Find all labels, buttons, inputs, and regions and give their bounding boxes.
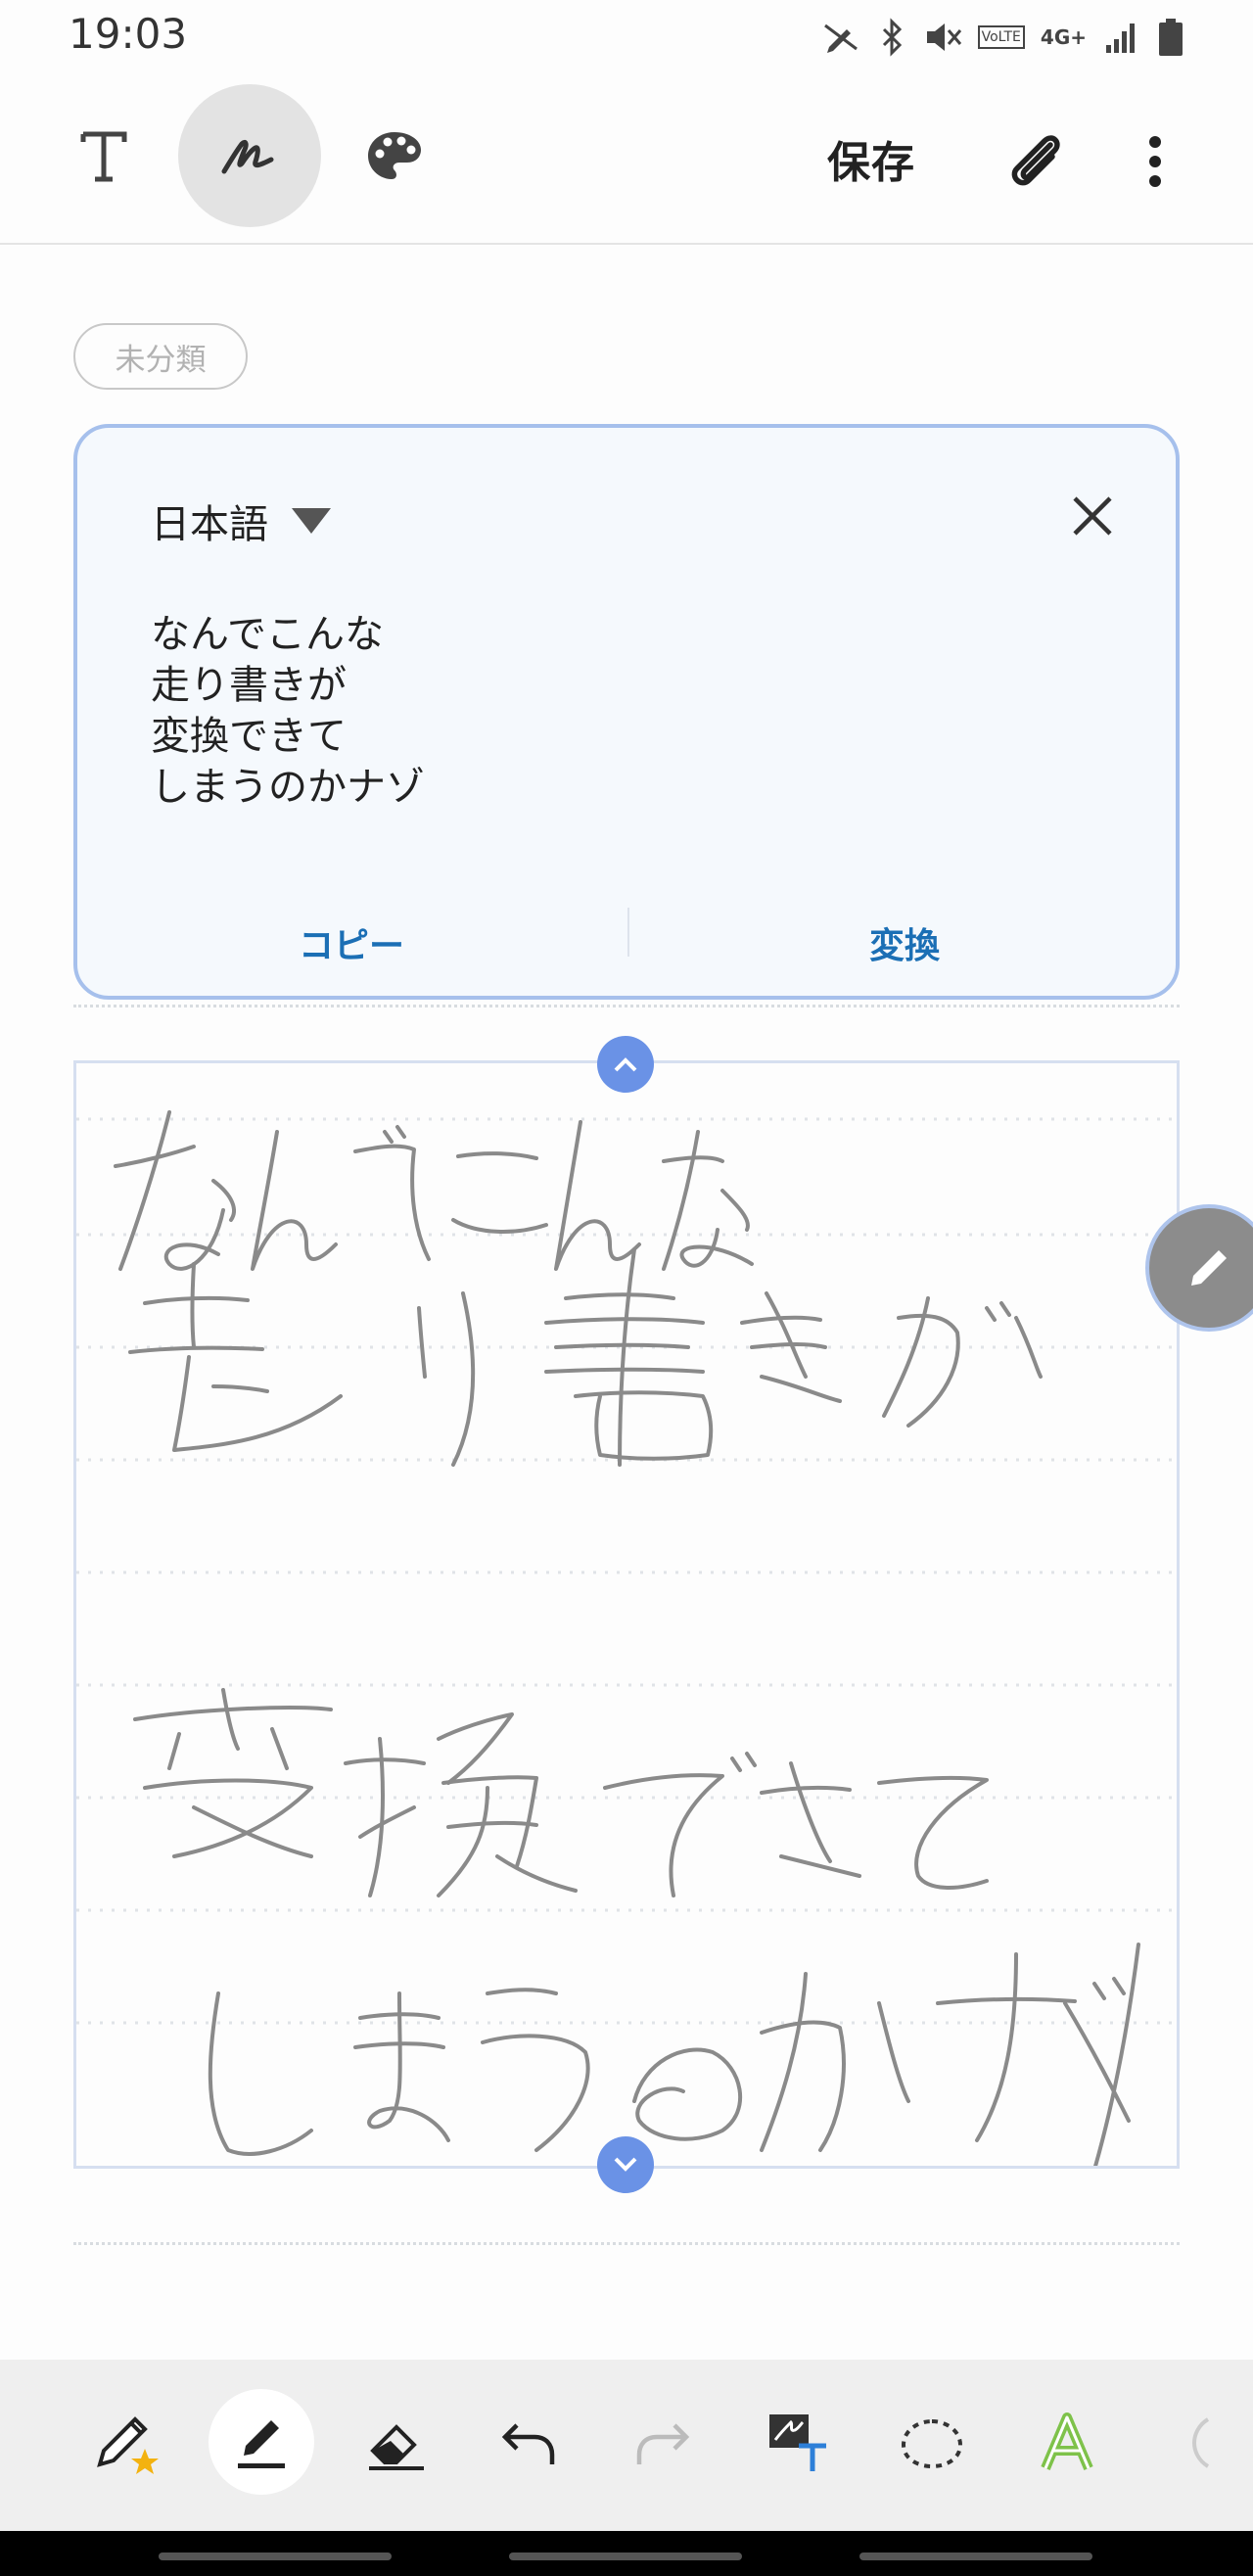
highlighter-icon <box>1041 2412 1093 2470</box>
lasso-icon <box>901 2418 963 2469</box>
save-button[interactable]: 保存 <box>827 127 915 190</box>
nav-home-button[interactable] <box>509 2553 742 2560</box>
handwriting-strokes <box>76 1110 1177 2166</box>
copy-button[interactable]: コピー <box>205 917 498 968</box>
handwriting-area[interactable] <box>73 1060 1180 2169</box>
card-actions: コピー 変換 <box>77 888 1176 996</box>
battery-icon <box>1159 19 1183 56</box>
nav-recent-button[interactable] <box>159 2553 392 2560</box>
bluetooth-icon <box>882 18 902 57</box>
pen-mode-button[interactable] <box>178 84 321 227</box>
recognized-text: なんでこんな 走り書きが 変換できて しまうのかナゾ <box>151 609 425 813</box>
lasso-button[interactable] <box>878 2389 986 2497</box>
convert-button[interactable]: 変換 <box>758 917 1051 968</box>
eraser-button[interactable] <box>343 2389 450 2497</box>
signal-icon <box>1106 23 1135 53</box>
handwriting-to-text-icon <box>769 2414 826 2471</box>
more-options-button[interactable] <box>1116 117 1194 206</box>
recognized-line: 変換できて <box>151 714 347 759</box>
close-button[interactable] <box>1058 482 1127 550</box>
pen-mode-icon <box>221 140 274 174</box>
bottom-toolbar <box>0 2360 1253 2531</box>
caret-down-icon <box>292 508 331 534</box>
attach-icon <box>1011 135 1060 186</box>
redo-icon <box>636 2423 690 2464</box>
text-mode-icon <box>80 131 127 182</box>
status-time: 19:03 <box>69 10 188 58</box>
undo-icon <box>501 2423 555 2464</box>
mute-icon <box>926 23 961 51</box>
text-mode-button[interactable] <box>32 84 175 227</box>
pen-no-icon <box>823 23 858 53</box>
pencil-icon <box>1191 1250 1227 1286</box>
ruled-line <box>73 1005 1180 1007</box>
close-icon <box>1073 496 1112 536</box>
palette-button[interactable] <box>323 84 466 227</box>
favorite-pen-button[interactable] <box>73 2389 181 2497</box>
recognized-line: しまうのかナゾ <box>151 765 425 810</box>
scroll-down-handle[interactable] <box>597 2136 654 2193</box>
more-icon <box>1149 136 1161 187</box>
status-bar: 19:03 VoLTE 4G+ <box>0 0 1253 78</box>
recognition-card: 日本語 なんでこんな 走り書きが 変換できて しまうのかナゾ コピー 変換 <box>73 424 1180 1000</box>
more-tools-icon <box>1191 2417 1210 2468</box>
network-type: 4G+ <box>1040 25 1087 49</box>
language-selector[interactable]: 日本語 <box>151 492 331 549</box>
action-divider <box>627 908 629 957</box>
eraser-icon <box>369 2424 424 2470</box>
pen-icon <box>238 2420 285 2468</box>
recognized-line: なんでこんな <box>151 612 384 657</box>
status-icons: VoLTE 4G+ <box>821 12 1184 63</box>
chevron-up-icon <box>614 1057 637 1072</box>
navigation-bar <box>0 2531 1253 2576</box>
top-toolbar: 保存 <box>0 78 1253 245</box>
ruled-line <box>73 2242 1180 2245</box>
volte-badge: VoLTE <box>977 25 1025 49</box>
pen-favorite-icon <box>97 2416 159 2474</box>
attach-button[interactable] <box>994 117 1082 206</box>
nav-back-button[interactable] <box>859 2553 1092 2560</box>
recognized-line: 走り書きが <box>151 663 347 708</box>
chevron-down-icon <box>614 2157 637 2172</box>
language-label: 日本語 <box>151 502 268 547</box>
category-chip[interactable]: 未分類 <box>73 323 248 390</box>
handwriting-to-text-button[interactable] <box>744 2389 852 2497</box>
undo-button[interactable] <box>475 2389 582 2497</box>
more-tools-button[interactable] <box>1145 2389 1253 2497</box>
palette-icon <box>368 132 421 179</box>
highlighter-button[interactable] <box>1013 2389 1121 2497</box>
pen-button[interactable] <box>209 2389 314 2495</box>
redo-button[interactable] <box>609 2389 717 2497</box>
scroll-up-handle[interactable] <box>597 1036 654 1093</box>
